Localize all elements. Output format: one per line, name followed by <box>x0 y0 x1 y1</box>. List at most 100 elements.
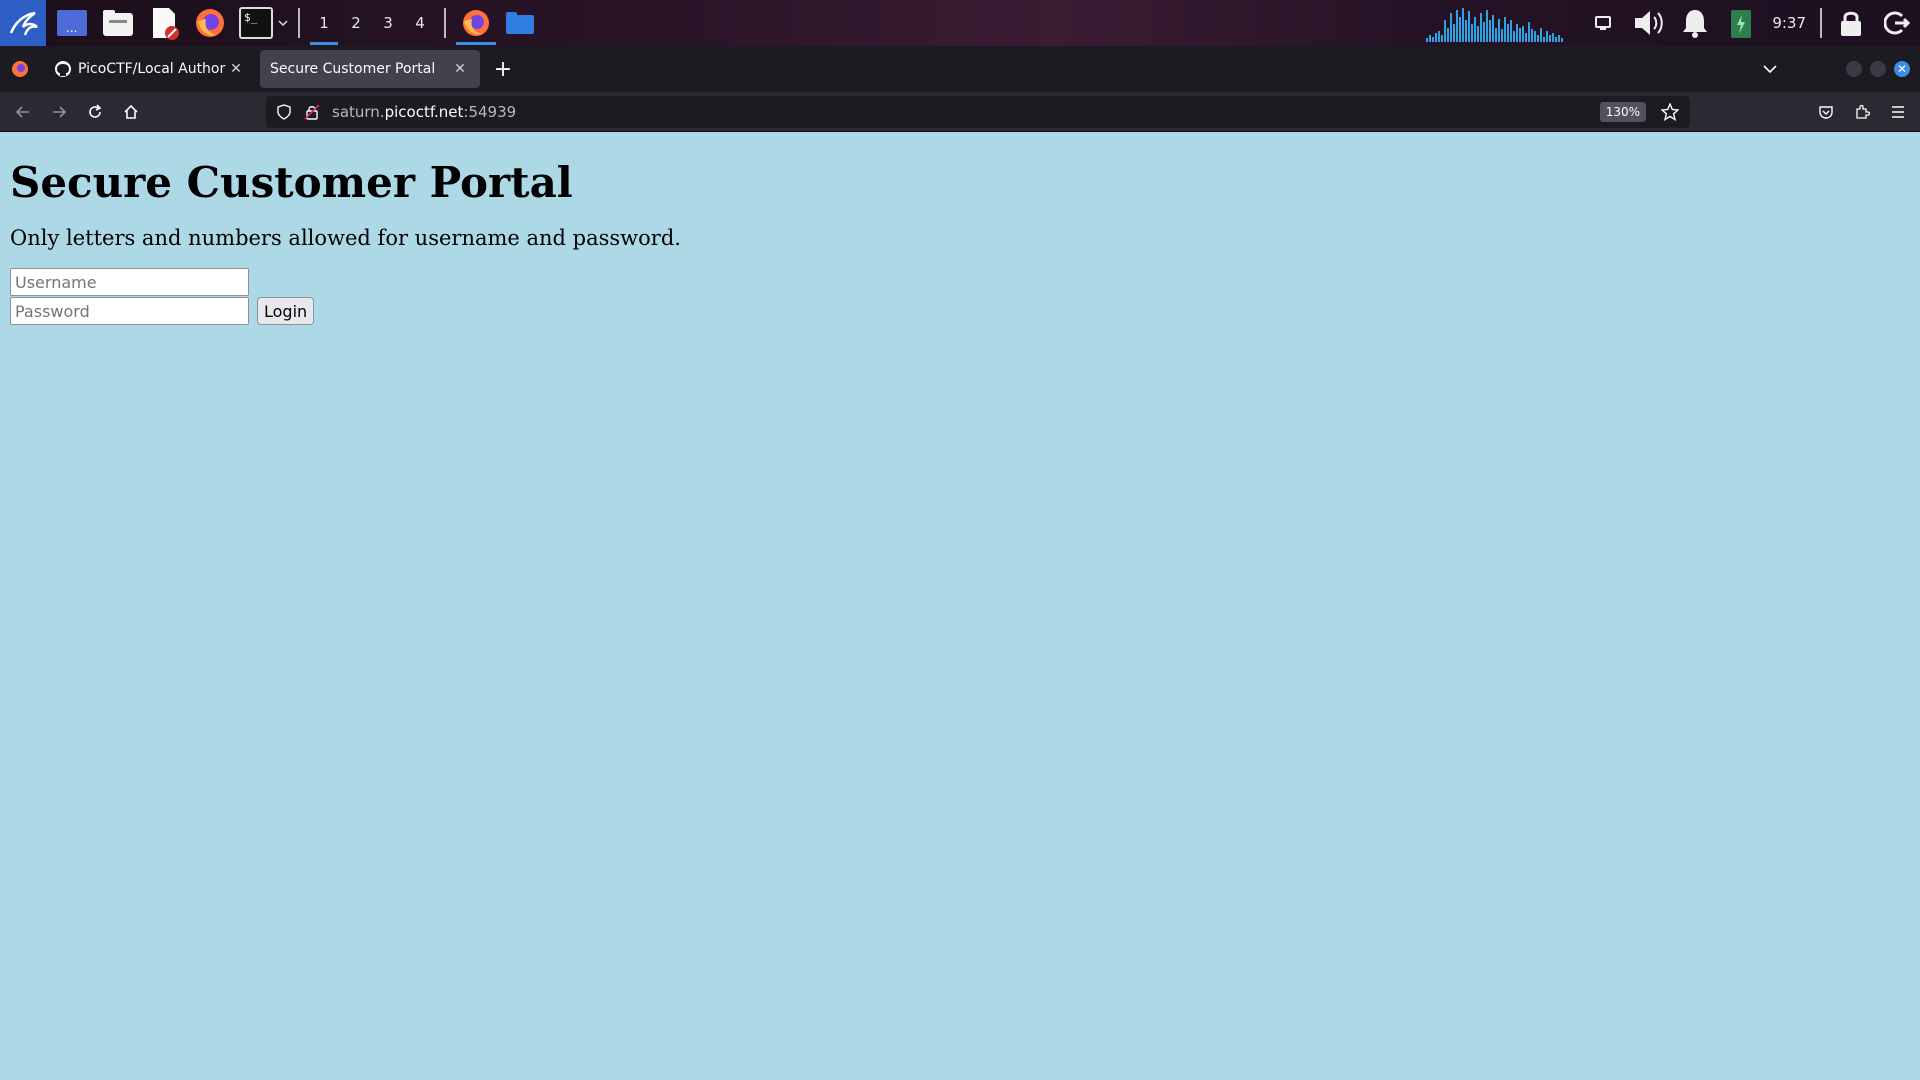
new-tab-button[interactable]: + <box>486 52 520 86</box>
cpu-bar <box>1426 38 1429 42</box>
tracking-protection-button[interactable] <box>270 96 298 128</box>
cpu-bar <box>1474 17 1477 42</box>
text-editor-button[interactable] <box>144 3 184 43</box>
close-window-button[interactable]: ✕ <box>1894 61 1910 77</box>
bookmark-button[interactable] <box>1656 96 1684 128</box>
list-all-tabs-button[interactable] <box>1750 64 1790 74</box>
firefox-icon <box>12 61 28 77</box>
cpu-bar <box>1465 20 1468 42</box>
workspace-label: 3 <box>383 14 393 32</box>
app-launcher-button[interactable] <box>0 0 46 46</box>
maximize-window-button[interactable] <box>1870 61 1886 77</box>
cpu-bar <box>1483 22 1486 42</box>
monitor-icon <box>1595 16 1612 30</box>
cpu-bar <box>1489 20 1492 42</box>
reload-button[interactable] <box>77 94 113 130</box>
cpu-bar <box>1546 31 1549 42</box>
logout-button[interactable] <box>1874 0 1920 46</box>
cpu-bar <box>1534 31 1537 42</box>
power-manager-button[interactable] <box>1718 0 1764 46</box>
cpu-bar <box>1507 24 1510 42</box>
home-button[interactable] <box>113 94 149 130</box>
extensions-button[interactable] <box>1844 94 1880 130</box>
hamburger-menu-icon <box>1892 106 1904 118</box>
svg-text:...: ... <box>66 21 77 35</box>
cpu-bar <box>1459 17 1462 42</box>
cpu-bar <box>1435 33 1438 42</box>
close-tab-button[interactable]: ✕ <box>226 61 246 77</box>
firefox-view-button[interactable] <box>0 46 40 92</box>
taskbar-file-manager[interactable] <box>498 1 542 45</box>
cpu-bar <box>1471 24 1474 42</box>
app-menu-button[interactable] <box>1880 94 1916 130</box>
clock[interactable]: 9:37 <box>1764 14 1814 32</box>
url-port: :54939 <box>463 103 517 121</box>
cpu-bar <box>1519 28 1522 42</box>
lock-screen-button[interactable] <box>1828 0 1874 46</box>
desktop-show-button[interactable]: ... <box>52 3 92 43</box>
text-editor-icon <box>153 8 179 40</box>
lock-icon <box>1841 11 1861 36</box>
pocket-button[interactable] <box>1808 94 1844 130</box>
desktop-icon: ... <box>57 10 87 36</box>
forward-button[interactable] <box>41 94 77 130</box>
minimize-window-button[interactable] <box>1846 61 1862 77</box>
cpu-bar <box>1450 13 1453 42</box>
cpu-bar <box>1549 35 1552 42</box>
workspace-label: 2 <box>351 14 361 32</box>
panel-separator <box>298 8 300 38</box>
back-button[interactable] <box>5 94 41 130</box>
workspace-4[interactable]: 4 <box>404 1 436 45</box>
navigation-toolbar: saturn.picoctf.net:54939 130% <box>0 92 1920 132</box>
cpu-bar <box>1531 29 1534 42</box>
insecure-lock-icon <box>304 104 320 120</box>
cpu-bar <box>1501 29 1504 42</box>
zoom-reset-button[interactable]: 130% <box>1599 102 1646 122</box>
file-manager-button[interactable] <box>98 3 138 43</box>
terminal-launcher-button[interactable]: $_ <box>236 3 276 43</box>
username-field[interactable] <box>10 268 249 297</box>
firefox-icon <box>196 9 224 37</box>
workspace-2[interactable]: 2 <box>340 1 372 45</box>
toolbar-right <box>1808 94 1920 130</box>
volume-button[interactable] <box>1626 0 1672 46</box>
speaker-icon <box>1635 11 1664 35</box>
terminal-icon: $_ <box>239 7 273 39</box>
site-info-button[interactable] <box>298 96 326 128</box>
login-form: Login <box>10 268 1910 326</box>
cpu-bar <box>1438 31 1441 42</box>
cpu-bar <box>1492 15 1495 42</box>
taskbar-firefox[interactable] <box>454 1 498 45</box>
cpu-bar <box>1429 35 1432 42</box>
tab-title: Secure Customer Portal <box>270 61 436 77</box>
star-icon <box>1661 103 1679 121</box>
close-tab-button[interactable]: ✕ <box>450 61 470 77</box>
cpu-bar <box>1456 10 1459 42</box>
cpu-bar <box>1558 35 1561 42</box>
cpu-bar <box>1516 24 1519 42</box>
login-button[interactable]: Login <box>257 297 315 326</box>
panel-separator <box>1820 8 1822 38</box>
tab-secure-customer-portal[interactable]: Secure Customer Portal ✕ <box>260 50 480 88</box>
workspace-label: 1 <box>319 14 329 32</box>
battery-icon <box>1731 10 1752 38</box>
screen-record-button[interactable] <box>1580 0 1626 46</box>
launcher-dropdown-button[interactable] <box>276 19 290 27</box>
firefox-launcher-button[interactable] <box>190 3 230 43</box>
tab-picoctf[interactable]: PicoCTF/Local Authority/R ✕ <box>44 50 256 88</box>
blue-folder-icon <box>506 12 534 34</box>
password-field[interactable] <box>10 297 249 326</box>
kali-dragon-icon <box>9 11 38 36</box>
workspace-3[interactable]: 3 <box>372 1 404 45</box>
url-text[interactable]: saturn.picoctf.net:54939 <box>332 103 1600 121</box>
bell-icon <box>1683 10 1708 38</box>
address-bar[interactable]: saturn.picoctf.net:54939 130% <box>266 96 1690 128</box>
cpu-bar <box>1543 37 1546 42</box>
tab-title: PicoCTF/Local Authority/R <box>78 61 226 77</box>
input-restriction-note: Only letters and numbers allowed for use… <box>10 226 681 251</box>
workspace-1[interactable]: 1 <box>308 1 340 45</box>
notifications-button[interactable] <box>1672 0 1718 46</box>
cpu-bar <box>1540 28 1543 42</box>
cpu-bar <box>1477 26 1480 42</box>
reload-icon <box>89 103 102 118</box>
